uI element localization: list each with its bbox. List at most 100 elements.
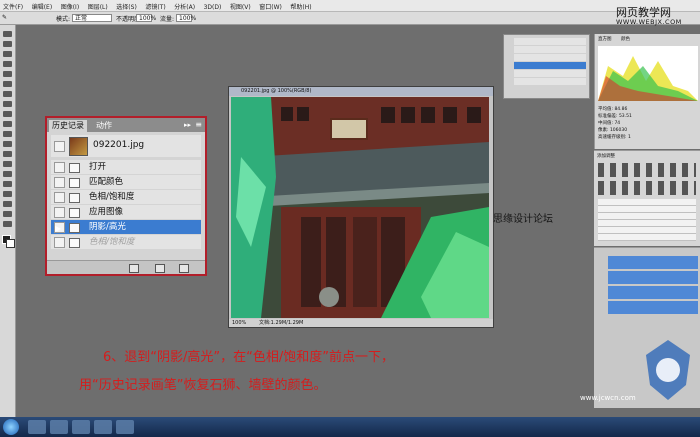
document-window: 092201.jpg @ 100%(RGB/8) 100% 文档:1.29M/1…: [228, 86, 494, 328]
adjustment-icons-row[interactable]: [598, 163, 696, 177]
gradient-tool-icon[interactable]: [3, 141, 12, 147]
snapshot-source-checkbox[interactable]: [54, 141, 65, 152]
taskbar-app-icon[interactable]: [50, 420, 68, 434]
histogram-stat: 中间值: 74: [598, 121, 621, 126]
histogram-stat: 标准偏差: 53.51: [598, 114, 632, 119]
taskbar-app-icon[interactable]: [72, 420, 90, 434]
collapse-icon[interactable]: ▸▸: [184, 121, 191, 129]
menu-image[interactable]: 图像(I): [58, 0, 82, 11]
tab-history[interactable]: 历史记录: [49, 120, 87, 132]
history-snapshot[interactable]: 092201.jpg: [51, 135, 201, 157]
history-step-hue-saturation[interactable]: 色相/饱和度: [51, 190, 201, 204]
flow-field[interactable]: 100%: [176, 14, 196, 22]
eyedropper-tool-icon[interactable]: [3, 81, 12, 87]
dodge-tool-icon[interactable]: [3, 161, 12, 167]
mini-history-row[interactable]: [514, 70, 586, 77]
zoom-level[interactable]: 100%: [232, 319, 246, 327]
history-step-label: 打开: [89, 162, 107, 172]
layer-row[interactable]: [608, 271, 698, 284]
history-step-open[interactable]: 打开: [51, 160, 201, 174]
history-step-shadow-highlight[interactable]: ▶ 阴影/高光: [51, 220, 201, 234]
histogram-channel[interactable]: 颜色: [621, 36, 630, 42]
menu-select[interactable]: 选择(S): [113, 0, 140, 11]
mini-history-row[interactable]: [514, 54, 586, 61]
document-status-bar: 100% 文档:1.29M/1.29M: [229, 319, 493, 327]
window: [281, 107, 293, 121]
brush-tool-icon[interactable]: [3, 101, 12, 107]
layer-row[interactable]: [608, 301, 698, 314]
side-watermark: 思缘设计论坛: [493, 214, 553, 225]
menu-window[interactable]: 窗口(W): [256, 0, 285, 11]
zoom-tool-icon[interactable]: [3, 221, 12, 227]
menu-file[interactable]: 文件(F): [0, 0, 26, 11]
type-tool-icon[interactable]: [3, 181, 12, 187]
opacity-field[interactable]: 100%: [136, 14, 156, 22]
history-step-label: 色相/饱和度: [89, 192, 135, 202]
eraser-tool-icon[interactable]: [3, 131, 12, 137]
history-source-checkbox[interactable]: [54, 237, 65, 248]
window: [443, 107, 457, 123]
history-source-checkbox[interactable]: [54, 207, 65, 218]
histogram-title[interactable]: 直方图: [598, 36, 612, 42]
document-info: 文档:1.29M/1.29M: [259, 320, 304, 326]
move-tool-icon[interactable]: [3, 31, 12, 37]
delete-state-icon[interactable]: [179, 264, 189, 273]
menu-help[interactable]: 帮助(H): [287, 0, 314, 11]
taskbar-app-icon[interactable]: [28, 420, 46, 434]
mini-history-row[interactable]: [514, 46, 586, 53]
marquee-tool-icon[interactable]: [3, 41, 12, 47]
mode-label: 模式:: [56, 16, 71, 23]
adjustment-presets-list[interactable]: [598, 199, 696, 241]
tab-actions[interactable]: 动作: [93, 120, 115, 132]
new-document-from-state-icon[interactable]: [129, 264, 139, 273]
history-step-hue-saturation-undone[interactable]: 色相/饱和度: [51, 235, 201, 249]
crop-tool-icon[interactable]: [3, 71, 12, 77]
quick-select-tool-icon[interactable]: [3, 61, 12, 67]
start-button-icon[interactable]: [3, 419, 19, 435]
clone-stamp-tool-icon[interactable]: [3, 111, 12, 117]
history-source-checkbox[interactable]: [54, 162, 65, 173]
menu-layer[interactable]: 图层(L): [85, 0, 111, 11]
history-brush-tool-icon[interactable]: ✎: [2, 14, 7, 21]
snapshot-thumbnail: [69, 137, 88, 156]
history-step-apply-image[interactable]: 应用图像: [51, 205, 201, 219]
menu-edit[interactable]: 编辑(E): [29, 0, 55, 11]
history-step-match-color[interactable]: 匹配颜色: [51, 175, 201, 189]
history-brush-tool-icon[interactable]: [3, 121, 12, 127]
layer-row[interactable]: [608, 256, 698, 269]
histogram-panel: 直方图 颜色 平均值: 84.86 标准偏差: 53.51 中间值: 74 像素…: [594, 34, 700, 149]
mini-history-row-selected[interactable]: [514, 62, 586, 69]
shape-tool-icon[interactable]: [3, 201, 12, 207]
hand-tool-icon[interactable]: [3, 211, 12, 217]
mini-history-row[interactable]: [514, 78, 586, 85]
flow-label: 流量:: [160, 16, 175, 23]
history-source-checkbox[interactable]: [54, 192, 65, 203]
panel-menu-icon[interactable]: ≡: [195, 120, 202, 129]
menu-3d[interactable]: 3D(D): [201, 2, 225, 11]
blur-tool-icon[interactable]: [3, 151, 12, 157]
menu-filter[interactable]: 滤镜(T): [142, 0, 168, 11]
new-snapshot-icon[interactable]: [155, 264, 165, 273]
options-bar: ✎ 模式: 正常 不透明度: 100% 流量: 100%: [0, 12, 700, 25]
mini-history-row[interactable]: [514, 38, 586, 45]
lasso-tool-icon[interactable]: [3, 51, 12, 57]
menu-view[interactable]: 视图(V): [227, 0, 254, 11]
name-plaque: [330, 118, 368, 140]
document-canvas[interactable]: [231, 97, 489, 318]
history-panel-tabs: 历史记录 动作 ▸▸ ≡: [47, 118, 205, 132]
menu-analysis[interactable]: 分析(A): [171, 0, 198, 11]
adjustment-icons-row[interactable]: [598, 181, 696, 195]
layer-row[interactable]: [608, 286, 698, 299]
history-source-checkbox[interactable]: [54, 177, 65, 188]
mini-history-panel: [503, 34, 590, 99]
history-slider-icon[interactable]: ▶: [55, 222, 61, 236]
taskbar-app-icon[interactable]: [116, 420, 134, 434]
healing-tool-icon[interactable]: [3, 91, 12, 97]
path-select-tool-icon[interactable]: [3, 191, 12, 197]
background-color-swatch[interactable]: [6, 239, 15, 248]
pen-tool-icon[interactable]: [3, 171, 12, 177]
mode-select[interactable]: 正常: [72, 14, 112, 22]
document-title[interactable]: 092201.jpg @ 100%(RGB/8): [229, 87, 493, 96]
history-panel: 历史记录 动作 ▸▸ ≡ 092201.jpg 打开 匹配颜色 色相/饱和度 应…: [45, 116, 207, 276]
taskbar-app-icon[interactable]: [94, 420, 112, 434]
